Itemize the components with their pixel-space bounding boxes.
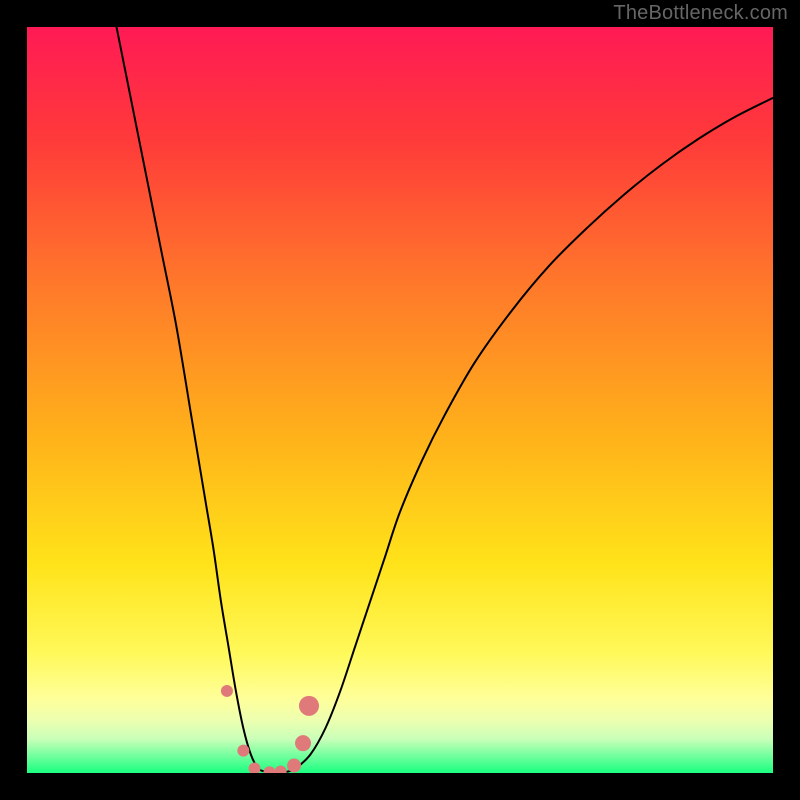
watermark-label: TheBottleneck.com xyxy=(613,2,788,25)
data-marker xyxy=(295,735,311,751)
data-marker xyxy=(299,696,319,716)
data-marker xyxy=(287,759,301,773)
data-marker xyxy=(237,745,249,757)
data-marker xyxy=(221,685,233,697)
plot-area xyxy=(27,27,773,773)
chart-container: TheBottleneck.com xyxy=(0,0,800,800)
chart-svg xyxy=(27,27,773,773)
